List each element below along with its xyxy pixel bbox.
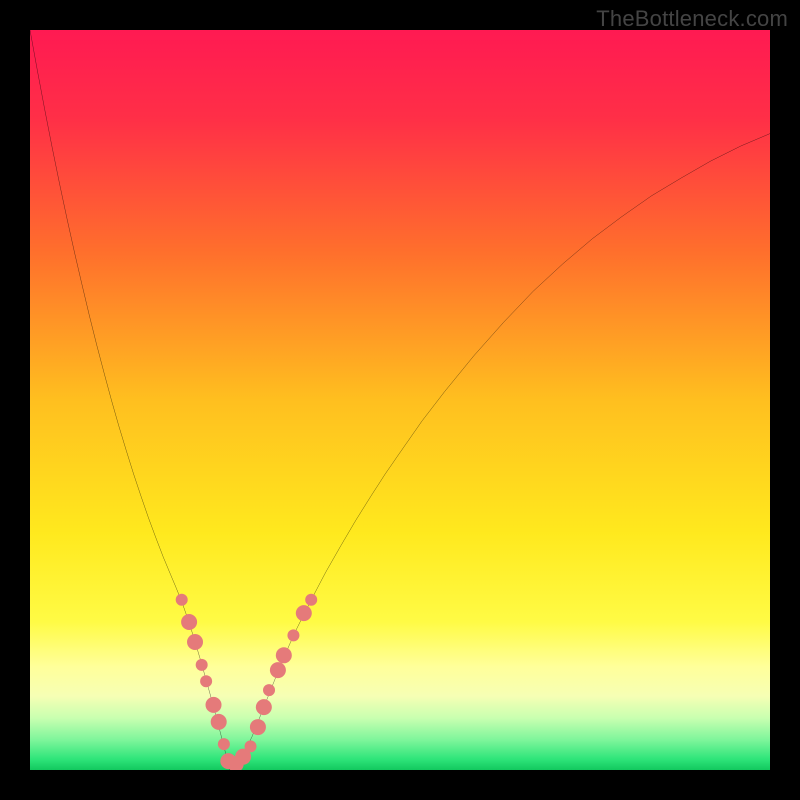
curve-right-curve: [230, 134, 770, 770]
plot-area: [30, 30, 770, 770]
data-marker: [181, 614, 197, 630]
data-marker: [176, 594, 188, 606]
data-marker: [211, 714, 227, 730]
data-marker: [218, 738, 230, 750]
series-group: [30, 30, 770, 770]
data-marker: [245, 740, 257, 752]
data-marker: [196, 659, 208, 671]
watermark-text: TheBottleneck.com: [596, 6, 788, 32]
data-marker: [287, 629, 299, 641]
data-marker: [270, 662, 286, 678]
data-marker: [200, 675, 212, 687]
data-marker: [296, 605, 312, 621]
chart-svg: [30, 30, 770, 770]
data-marker: [250, 719, 266, 735]
data-marker: [256, 699, 272, 715]
data-marker: [276, 647, 292, 663]
data-marker: [206, 697, 222, 713]
chart-frame: TheBottleneck.com: [0, 0, 800, 800]
data-marker: [187, 634, 203, 650]
curve-left-curve: [30, 30, 230, 770]
marker-group: [176, 594, 318, 770]
data-marker: [263, 684, 275, 696]
data-marker: [305, 594, 317, 606]
